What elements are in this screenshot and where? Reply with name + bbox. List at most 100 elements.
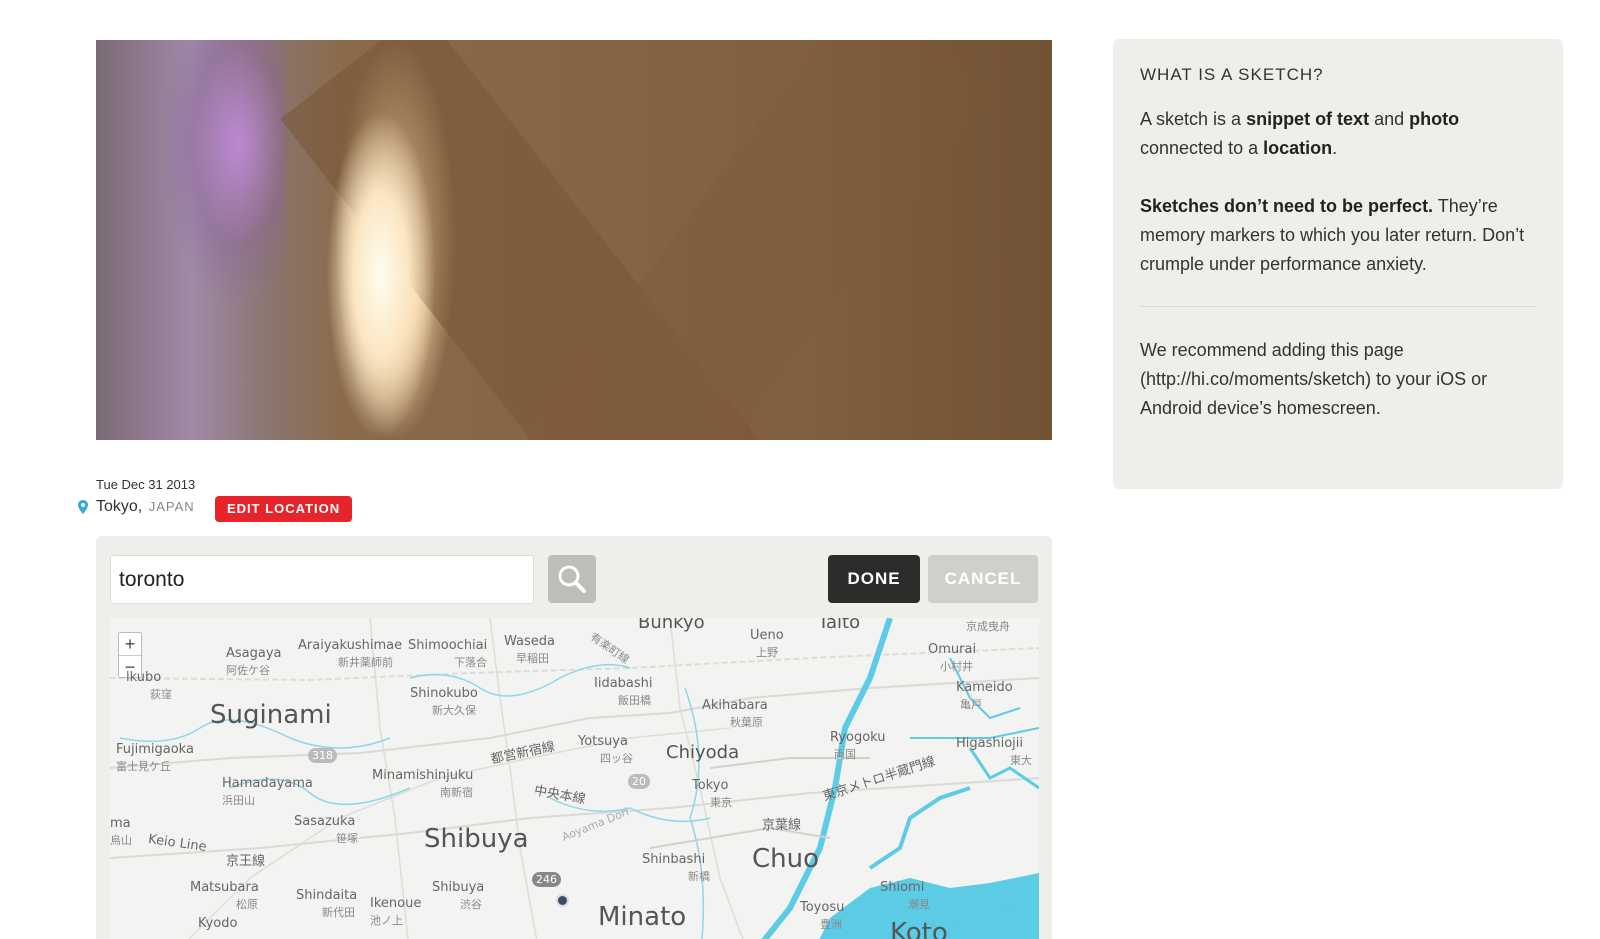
map-label: Shiomi xyxy=(880,880,925,895)
sketch-info-sidebar: WHAT IS A SKETCH? A sketch is a snippet … xyxy=(1113,39,1563,489)
text: connected to a xyxy=(1140,138,1264,158)
map-label: 豊洲 xyxy=(820,918,842,931)
text: A sketch is a xyxy=(1140,109,1247,129)
map-label: 上野 xyxy=(756,646,778,659)
post-date: Tue Dec 31 2013 xyxy=(96,477,196,492)
map-label: 阿佐ケ谷 xyxy=(226,664,270,677)
cancel-button[interactable]: CANCEL xyxy=(928,555,1038,603)
map-label: 京成曳舟 xyxy=(966,620,1010,633)
done-button[interactable]: DONE xyxy=(828,555,920,603)
map-label: Asagaya xyxy=(226,646,282,661)
map-label: Minamishinjuku xyxy=(372,768,474,783)
map-label: 飯田橋 xyxy=(618,694,651,707)
post-country: JAPAN xyxy=(148,499,195,514)
sidebar-paragraph-perfect: Sketches don’t need to be perfect. They’… xyxy=(1140,192,1536,279)
map-label: Fujimigaoka xyxy=(116,742,194,757)
map-label: Shimoochiai xyxy=(408,638,488,653)
photo-light-glare xyxy=(326,110,436,440)
map-label: 新井薬師前 xyxy=(338,656,393,669)
location-map[interactable]: + − Bunkyo Taito Ueno 上野 京成曳舟 Asagaya 阿佐… xyxy=(110,618,1039,939)
location-marker[interactable] xyxy=(556,894,569,907)
map-label: 京王線 xyxy=(226,854,266,869)
photo-shade xyxy=(812,40,1052,440)
map-label: Koto xyxy=(890,918,948,939)
map-label: 早稲田 xyxy=(516,652,549,665)
map-label: 新代田 xyxy=(322,906,355,919)
map-label: Ryogoku xyxy=(830,730,886,745)
text-bold: Sketches don’t need to be perfect. xyxy=(1140,196,1434,216)
text-bold: photo xyxy=(1409,109,1460,129)
map-label: 池ノ上 xyxy=(370,914,403,927)
map-label: 松原 xyxy=(236,898,258,911)
map-label: Toyosu xyxy=(800,900,845,915)
location-editor-panel: DONE CANCEL + − xyxy=(96,536,1052,939)
map-label: Chiyoda xyxy=(666,742,740,763)
map-label: Tokyo xyxy=(692,778,729,793)
map-label: 両国 xyxy=(834,748,856,761)
map-label: 渋谷 xyxy=(460,898,482,911)
location-pin-icon xyxy=(78,500,88,514)
map-label: 潮見 xyxy=(908,898,930,911)
map-label: Araiyakushimae xyxy=(298,638,403,653)
map-label: lkubo xyxy=(126,670,162,685)
text-bold: snippet of text xyxy=(1246,109,1370,129)
map-label: 20 xyxy=(628,774,650,789)
map-label: Omurai xyxy=(928,642,977,657)
sidebar-divider xyxy=(1140,306,1536,307)
map-label: 246 xyxy=(532,872,561,887)
sketch-photo xyxy=(96,40,1052,440)
map-label: Waseda xyxy=(504,634,555,649)
map-label: Ueno xyxy=(750,628,784,643)
map-label: Shindaita xyxy=(296,888,358,903)
map-label: Shibuya xyxy=(424,824,529,854)
map-label: 富士見ケ丘 xyxy=(116,760,171,773)
text-bold: location xyxy=(1263,138,1333,158)
map-label: Kyodo xyxy=(198,916,238,931)
map-label: Minato xyxy=(598,902,687,932)
map-label: 秋葉原 xyxy=(730,716,763,729)
sidebar-heading: WHAT IS A SKETCH? xyxy=(1140,65,1324,84)
map-label: Suginami xyxy=(210,700,332,730)
map-label: Shinbashi xyxy=(642,852,706,867)
map-label: Bunkyo xyxy=(638,618,705,633)
map-label: Hamadayama xyxy=(222,776,313,791)
sidebar-paragraph-definition: A sketch is a snippet of text and photo … xyxy=(1140,105,1536,163)
map-label: 東京 xyxy=(710,796,732,809)
zoom-in-button[interactable]: + xyxy=(119,633,141,655)
map-label: ma xyxy=(110,816,131,831)
edit-location-button[interactable]: EDIT LOCATION xyxy=(215,496,353,522)
map-label: 荻窪 xyxy=(150,688,172,701)
map-label: 烏山 xyxy=(110,834,132,847)
map-label: Matsubara xyxy=(190,880,259,895)
map-label: Shinokubo xyxy=(410,686,478,701)
map-label: Taito xyxy=(818,618,861,633)
map-label: Iidabashi xyxy=(594,676,653,691)
map-label: Sasazuka xyxy=(294,814,356,829)
post-city: Tokyo, xyxy=(96,498,143,515)
map-label: 新橋 xyxy=(688,870,710,883)
map-label: 笹塚 xyxy=(336,832,358,845)
search-button[interactable] xyxy=(548,555,596,603)
map-label: 新大久保 xyxy=(432,704,476,717)
photo-violet-glow xyxy=(166,40,286,300)
map-label: 小村井 xyxy=(940,660,973,673)
map-label: 318 xyxy=(308,748,337,763)
map-label: Kameido xyxy=(956,680,1013,695)
map-label: 亀戸 xyxy=(960,698,982,711)
map-label: 下落合 xyxy=(454,656,487,669)
map-label: 東大 xyxy=(1010,754,1032,767)
search-icon xyxy=(558,565,586,593)
map-label: 四ッ谷 xyxy=(600,752,633,765)
map-label: 南新宿 xyxy=(440,786,473,799)
map-label: Shibuya xyxy=(432,880,485,895)
location-search-input[interactable] xyxy=(110,555,534,604)
text: . xyxy=(1332,138,1338,158)
sidebar-paragraph-homescreen: We recommend adding this page (http://hi… xyxy=(1140,340,1488,418)
map-label: 京葉線 xyxy=(762,818,802,833)
map-label: Akihabara xyxy=(702,698,768,713)
map-label: Ikenoue xyxy=(370,896,422,911)
map-label: Chuo xyxy=(752,844,820,874)
map-label: Yotsuya xyxy=(578,734,628,749)
text: and xyxy=(1369,109,1410,129)
map-label: 浜田山 xyxy=(222,794,255,807)
